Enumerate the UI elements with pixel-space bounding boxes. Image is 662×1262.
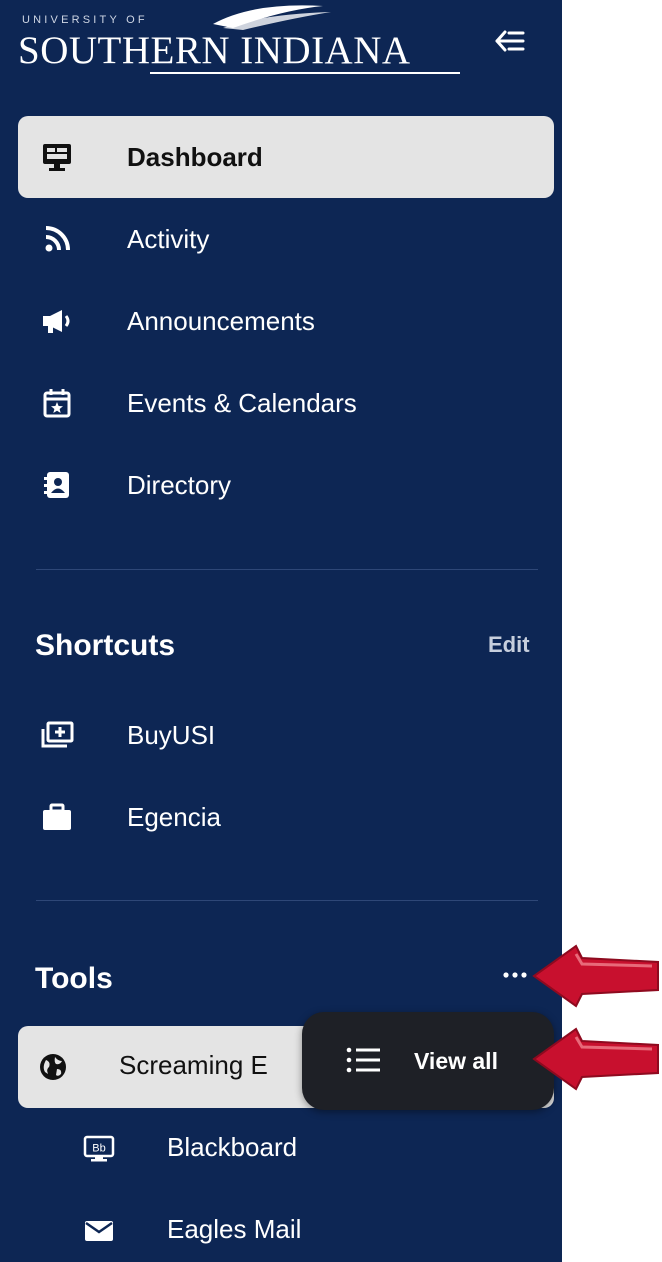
shortcut-item-buyusi[interactable]: BuyUSI <box>18 694 554 776</box>
collapse-sidebar-button[interactable] <box>490 24 530 58</box>
contact-book-icon <box>40 468 74 502</box>
nav-item-announcements[interactable]: Announcements <box>18 280 554 362</box>
logo-underline <box>150 72 460 74</box>
annotation-arrow-icon <box>532 944 659 1008</box>
megaphone-icon <box>40 304 74 338</box>
logo-small-text: UNIVERSITY OF <box>22 14 148 26</box>
nav-item-directory[interactable]: Directory <box>18 444 554 526</box>
briefcase-icon <box>40 800 74 834</box>
tool-item-label: Blackboard <box>167 1132 298 1162</box>
ellipsis-icon <box>503 972 527 978</box>
annotation-arrow-icon <box>532 1027 659 1091</box>
shortcuts-title: Shortcuts <box>35 629 176 662</box>
shortcut-item-label: BuyUSI <box>127 719 216 750</box>
edit-shortcuts-link[interactable]: Edit <box>488 632 530 658</box>
tool-item-eagles-mail[interactable]: Eagles Mail <box>18 1190 554 1262</box>
nav-item-events-calendars[interactable]: Events & Calendars <box>18 362 554 444</box>
nav-item-label: Events & Calendars <box>127 387 357 418</box>
nav-item-label: Activity <box>127 223 210 254</box>
calendar-star-icon <box>40 386 74 420</box>
view-all-label: View all <box>414 1048 498 1074</box>
nav-item-label: Announcements <box>127 305 315 336</box>
tool-item-label: Screaming E <box>119 1050 268 1080</box>
list-icon <box>346 1047 380 1073</box>
svg-text:Bb: Bb <box>92 1143 105 1155</box>
divider <box>36 569 538 570</box>
logo-big-text: SOUTHERN INDIANA <box>18 29 411 72</box>
logo-swoosh-icon <box>213 5 331 30</box>
globe-icon <box>36 1050 70 1084</box>
collapse-sidebar-icon <box>495 30 525 52</box>
tools-more-button[interactable] <box>495 960 535 990</box>
rss-feed-icon <box>40 222 74 256</box>
divider <box>36 900 538 901</box>
nav-item-dashboard[interactable]: Dashboard <box>18 116 554 198</box>
shortcut-item-egencia[interactable]: Egencia <box>18 776 554 858</box>
nav-item-label: Directory <box>127 469 232 500</box>
tool-item-blackboard[interactable]: Bb Blackboard <box>18 1108 554 1190</box>
tools-title: Tools <box>35 962 113 995</box>
view-all-menu-item[interactable]: View all <box>302 1012 554 1110</box>
usi-logo[interactable]: UNIVERSITY OF SOUTHERN INDIANA <box>18 0 460 90</box>
money-add-icon <box>40 718 74 752</box>
blackboard-bb-icon: Bb <box>82 1132 116 1166</box>
nav-item-activity[interactable]: Activity <box>18 198 554 280</box>
monitor-icon <box>40 140 74 174</box>
shortcut-item-label: Egencia <box>127 801 221 832</box>
tool-item-label: Eagles Mail <box>167 1214 302 1244</box>
nav-item-label: Dashboard <box>127 141 263 172</box>
envelope-icon <box>82 1214 116 1248</box>
